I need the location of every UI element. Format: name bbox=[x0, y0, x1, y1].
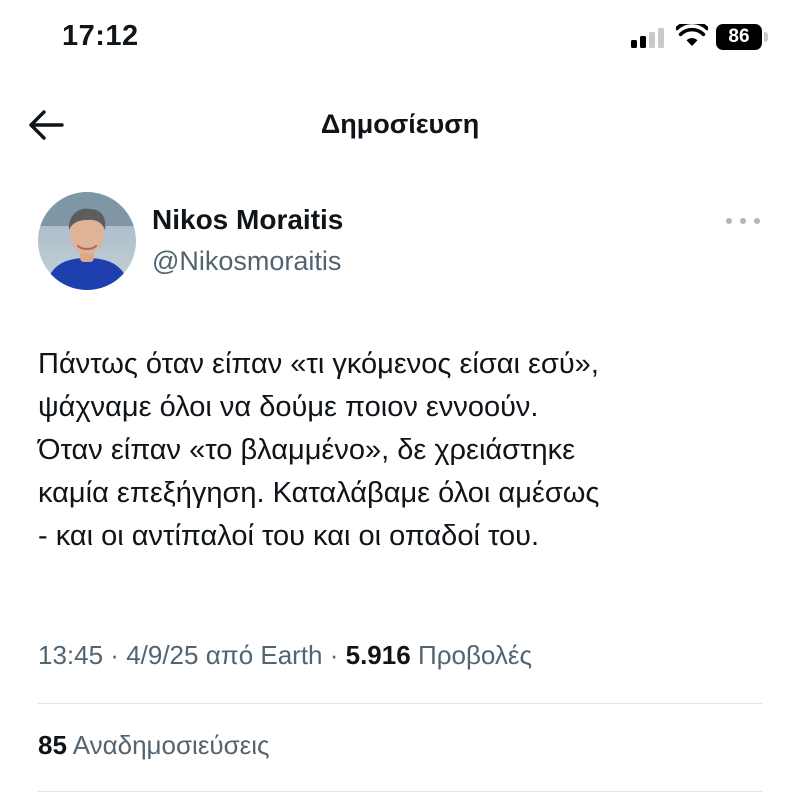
status-time: 17:12 bbox=[62, 20, 139, 52]
wifi-icon bbox=[676, 24, 708, 46]
post-text: Πάντως όταν είπαν «τι γκόμενος είσαι εσύ… bbox=[38, 348, 600, 552]
meta-separator: · bbox=[322, 640, 346, 670]
views-count: 5.916 bbox=[345, 640, 411, 670]
avatar[interactable] bbox=[38, 192, 136, 290]
views-label[interactable]: Προβολές bbox=[418, 640, 532, 670]
post-author: Nikos Moraitis @Nikosmoraitis bbox=[38, 192, 768, 292]
author-name[interactable]: Nikos Moraitis bbox=[152, 204, 343, 236]
page-title: Δημοσίευση bbox=[320, 109, 480, 139]
battery-icon: 86 bbox=[716, 24, 770, 50]
more-horizontal-icon[interactable] bbox=[724, 214, 764, 228]
post-time: 13:45 bbox=[38, 640, 104, 670]
author-handle[interactable]: @Nikosmoraitis bbox=[152, 246, 341, 277]
meta-separator: · bbox=[103, 640, 127, 670]
reposts-label: Αναδημοσιεύσεις bbox=[72, 730, 270, 760]
post-date: 4/9/25 bbox=[126, 640, 199, 670]
post-source: από Earth bbox=[205, 640, 323, 670]
signal-icon bbox=[631, 28, 667, 48]
reposts-count: 85 bbox=[38, 730, 67, 760]
status-bar: 17:12 86 bbox=[0, 0, 800, 80]
battery-level: 86 bbox=[716, 24, 762, 50]
divider bbox=[38, 703, 762, 704]
divider bbox=[38, 791, 762, 792]
reposts-stat[interactable]: 85 Αναδημοσιεύσεις bbox=[38, 730, 270, 761]
top-nav: Δημοσίευση bbox=[0, 95, 800, 157]
post-meta: 13:45 · 4/9/25 από Earth · 5.916 Προβολέ… bbox=[38, 640, 532, 671]
